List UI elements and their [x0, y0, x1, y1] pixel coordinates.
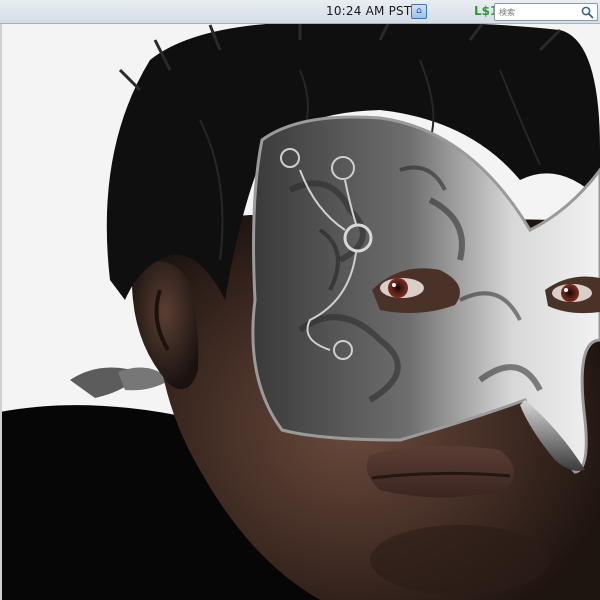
- search-input[interactable]: [497, 5, 583, 19]
- avatar-scene: [0, 0, 600, 600]
- search-icon[interactable]: [581, 6, 594, 19]
- viewer-viewport[interactable]: [0, 0, 600, 600]
- clock-display: 10:24 AM PST: [326, 4, 412, 18]
- status-bar: 10:24 AM PST ⌂ L$1: [0, 0, 600, 24]
- search-box[interactable]: [494, 3, 598, 21]
- sl-region-icon[interactable]: ⌂: [411, 4, 427, 19]
- avatar-lips: [366, 446, 514, 498]
